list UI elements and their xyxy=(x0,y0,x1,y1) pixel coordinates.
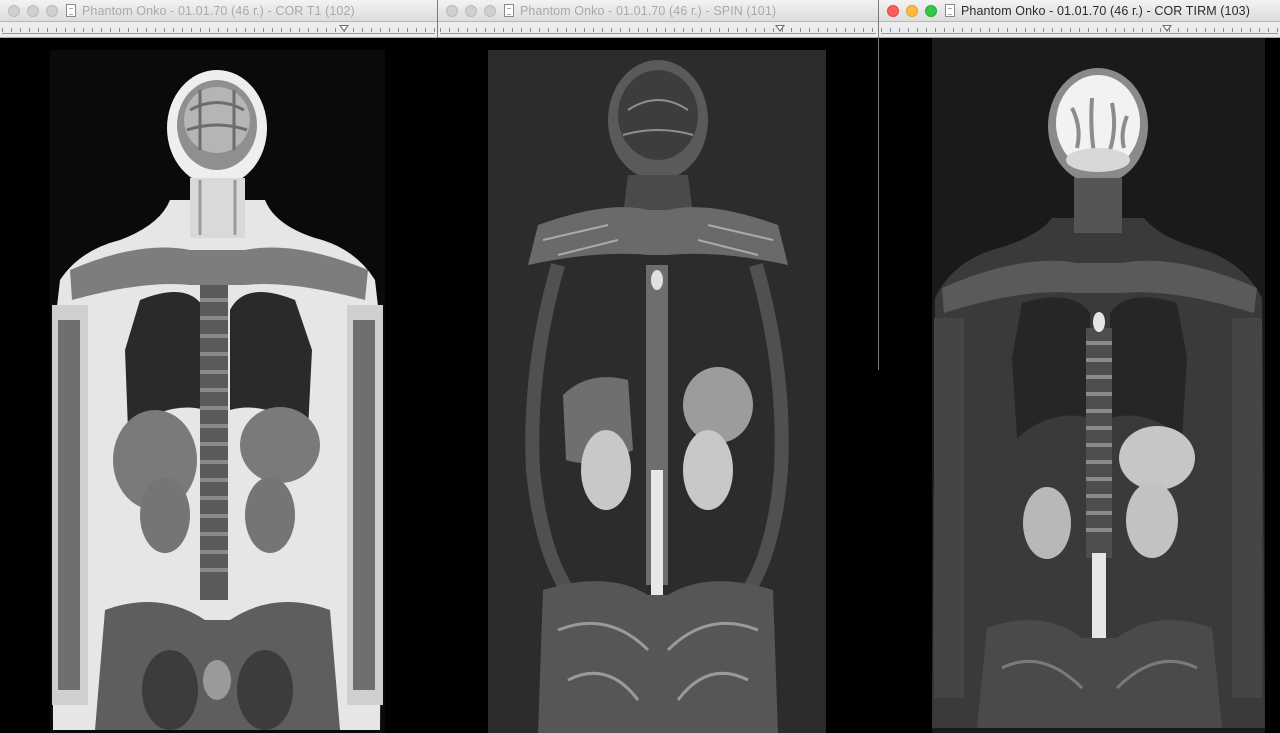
mri-image-cor-tirm xyxy=(932,38,1265,733)
minimize-icon[interactable] xyxy=(906,4,918,17)
slider-track xyxy=(881,33,1278,34)
slider-thumb[interactable] xyxy=(1161,25,1172,32)
document-icon xyxy=(504,4,514,17)
image-viewport[interactable] xyxy=(879,38,1280,733)
window-controls xyxy=(8,4,58,17)
slice-slider[interactable] xyxy=(879,22,1280,38)
window-title: Phantom Onko - 01.01.70 (46 г.) - COR T1… xyxy=(82,3,355,18)
close-icon[interactable] xyxy=(446,4,458,17)
window-controls xyxy=(887,4,937,17)
close-icon[interactable] xyxy=(887,4,899,17)
mri-image-spin xyxy=(488,50,826,733)
document-icon xyxy=(66,4,76,17)
slider-thumb[interactable] xyxy=(775,25,786,32)
window-title: Phantom Onko - 01.01.70 (46 г.) - COR TI… xyxy=(961,3,1250,18)
window-title: Phantom Onko - 01.01.70 (46 г.) - SPIN (… xyxy=(520,3,777,18)
title-bar[interactable]: Phantom Onko - 01.01.70 (46 г.) - COR T1… xyxy=(0,0,437,22)
title-bar[interactable]: Phantom Onko - 01.01.70 (46 г.) - SPIN (… xyxy=(438,0,878,22)
slider-ticks xyxy=(881,28,1278,32)
slider-thumb[interactable] xyxy=(339,25,350,32)
image-viewport[interactable] xyxy=(438,38,878,733)
viewer-window-cor-t1[interactable]: Phantom Onko - 01.01.70 (46 г.) - COR T1… xyxy=(0,0,437,733)
title-bar[interactable]: Phantom Onko - 01.01.70 (46 г.) - COR TI… xyxy=(879,0,1280,22)
zoom-icon[interactable] xyxy=(925,4,937,17)
slider-ticks xyxy=(440,28,876,32)
image-viewport[interactable] xyxy=(0,38,437,733)
slider-ticks xyxy=(2,28,435,32)
close-icon[interactable] xyxy=(8,4,20,17)
slice-slider[interactable] xyxy=(0,22,437,38)
slider-track xyxy=(2,33,435,34)
zoom-icon[interactable] xyxy=(46,4,58,17)
window-controls xyxy=(446,4,496,17)
minimize-icon[interactable] xyxy=(27,4,39,17)
zoom-icon[interactable] xyxy=(484,4,496,17)
slice-slider[interactable] xyxy=(438,22,878,38)
viewer-window-cor-tirm[interactable]: Phantom Onko - 01.01.70 (46 г.) - COR TI… xyxy=(879,0,1280,733)
minimize-icon[interactable] xyxy=(465,4,477,17)
mri-image-cor-t1 xyxy=(50,50,385,733)
slider-track xyxy=(440,33,876,34)
viewer-window-spin[interactable]: Phantom Onko - 01.01.70 (46 г.) - SPIN (… xyxy=(438,0,878,733)
document-icon xyxy=(945,4,955,17)
